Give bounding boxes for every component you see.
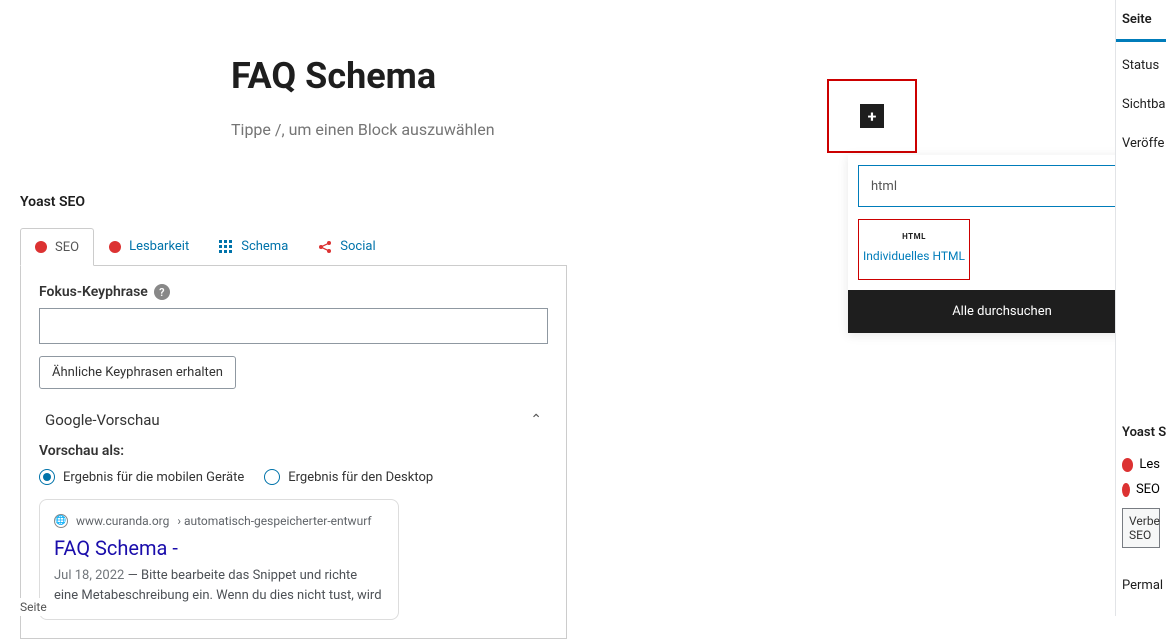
settings-sidebar: Seite Status Sichtba Veröffe Yoast S Les… — [1115, 0, 1166, 616]
radio-mobile[interactable]: Ergebnis für die mobilen Geräte — [39, 469, 244, 485]
sidebar-readability-score: Les — [1116, 452, 1166, 477]
google-preview-title: Google-Vorschau — [45, 411, 160, 429]
tab-seo-content: Fokus-Keyphrase ? Ähnliche Keyphrasen er… — [20, 266, 567, 639]
block-inserter-popover: ✕ HTML Individuelles HTML Alle durchsuch… — [848, 155, 1156, 333]
block-search-input[interactable] — [871, 179, 1118, 194]
readability-score-dot-icon — [109, 241, 121, 253]
serp-domain: www.curanda.org — [76, 514, 169, 528]
serp-title[interactable]: FAQ Schema - — [54, 536, 384, 560]
google-preview-accordion[interactable]: Google-Vorschau ⌃ — [39, 389, 548, 439]
sidebar-yoast-heading: Yoast S — [1116, 413, 1166, 452]
yoast-tabs: SEO Lesbarkeit Schema Social — [20, 228, 567, 266]
serp-date: Jul 18, 2022 — [54, 568, 124, 583]
sad-face-icon — [1122, 483, 1130, 497]
tab-schema[interactable]: Schema — [204, 228, 303, 265]
block-result-item[interactable]: HTML Individuelles HTML — [858, 219, 970, 280]
radio-mobile-label: Ergebnis für die mobilen Geräte — [63, 470, 244, 485]
serp-path: › automatisch-gespeicherter-entwurf — [177, 514, 371, 528]
globe-icon: 🌐 — [54, 514, 68, 528]
sidebar-seo-score: SEO — [1116, 477, 1166, 502]
tab-schema-label: Schema — [241, 239, 288, 254]
serp-preview-card: 🌐 www.curanda.org › automatisch-gespeich… — [39, 499, 399, 620]
yoast-header[interactable]: Yoast SEO — [20, 188, 567, 228]
focus-keyphrase-label: Fokus-Keyphrase ? — [39, 284, 548, 300]
sidebar-item-status[interactable]: Status — [1116, 46, 1166, 85]
sidebar-item-permalink[interactable]: Permal — [1116, 566, 1166, 605]
sidebar-tab-page[interactable]: Seite — [1116, 0, 1166, 42]
radio-unchecked-icon — [264, 469, 280, 485]
schema-grid-icon — [219, 240, 233, 254]
block-search-box: ✕ — [858, 165, 1146, 207]
tab-readability-label: Lesbarkeit — [129, 239, 189, 254]
page-title-input[interactable]: FAQ Schema — [231, 55, 436, 97]
tab-social[interactable]: Social — [303, 228, 390, 265]
block-result-label: Individuelles HTML — [863, 249, 965, 265]
radio-desktop[interactable]: Ergebnis für den Desktop — [264, 469, 433, 485]
sad-face-icon — [1122, 458, 1133, 472]
yoast-metabox: Yoast SEO SEO Lesbarkeit Schema Socia — [20, 188, 567, 639]
tab-seo-label: SEO — [55, 240, 79, 255]
sidebar-seo-label: SEO — [1136, 482, 1160, 497]
serp-description[interactable]: Jul 18, 2022 — Bitte bearbeite das Snipp… — [54, 566, 384, 605]
tab-readability[interactable]: Lesbarkeit — [94, 228, 204, 265]
browse-all-button[interactable]: Alle durchsuchen — [848, 290, 1156, 333]
plus-icon: + — [868, 107, 877, 126]
tab-seo[interactable]: SEO — [20, 228, 94, 266]
help-icon[interactable]: ? — [154, 284, 170, 300]
radio-desktop-label: Ergebnis für den Desktop — [288, 470, 433, 485]
seo-score-dot-icon — [35, 241, 47, 253]
sidebar-readability-label: Les — [1139, 457, 1160, 472]
footer-status: Seite — [20, 598, 47, 616]
serp-url: 🌐 www.curanda.org › automatisch-gespeich… — [54, 514, 384, 528]
preview-as-label: Vorschau als: — [39, 439, 548, 469]
html-block-icon: HTML — [902, 232, 926, 241]
add-block-highlight: + — [827, 79, 917, 153]
tab-social-label: Social — [340, 239, 375, 254]
focus-keyphrase-input[interactable] — [39, 308, 548, 344]
related-keyphrases-button[interactable]: Ähnliche Keyphrasen erhalten — [39, 356, 236, 389]
sidebar-item-visibility[interactable]: Sichtba — [1116, 85, 1166, 124]
serp-desc-sep: — — [124, 568, 141, 583]
radio-checked-icon — [39, 469, 55, 485]
share-icon — [318, 240, 332, 254]
add-block-button[interactable]: + — [860, 104, 884, 128]
block-prompt[interactable]: Tippe /, um einen Block auszuwählen — [231, 120, 495, 139]
chevron-up-icon: ⌃ — [530, 412, 542, 428]
sidebar-item-publish[interactable]: Veröffe — [1116, 124, 1166, 163]
preview-radio-group: Ergebnis für die mobilen Geräte Ergebnis… — [39, 469, 548, 499]
sidebar-improve-button[interactable]: Verbe SEO — [1122, 508, 1160, 548]
